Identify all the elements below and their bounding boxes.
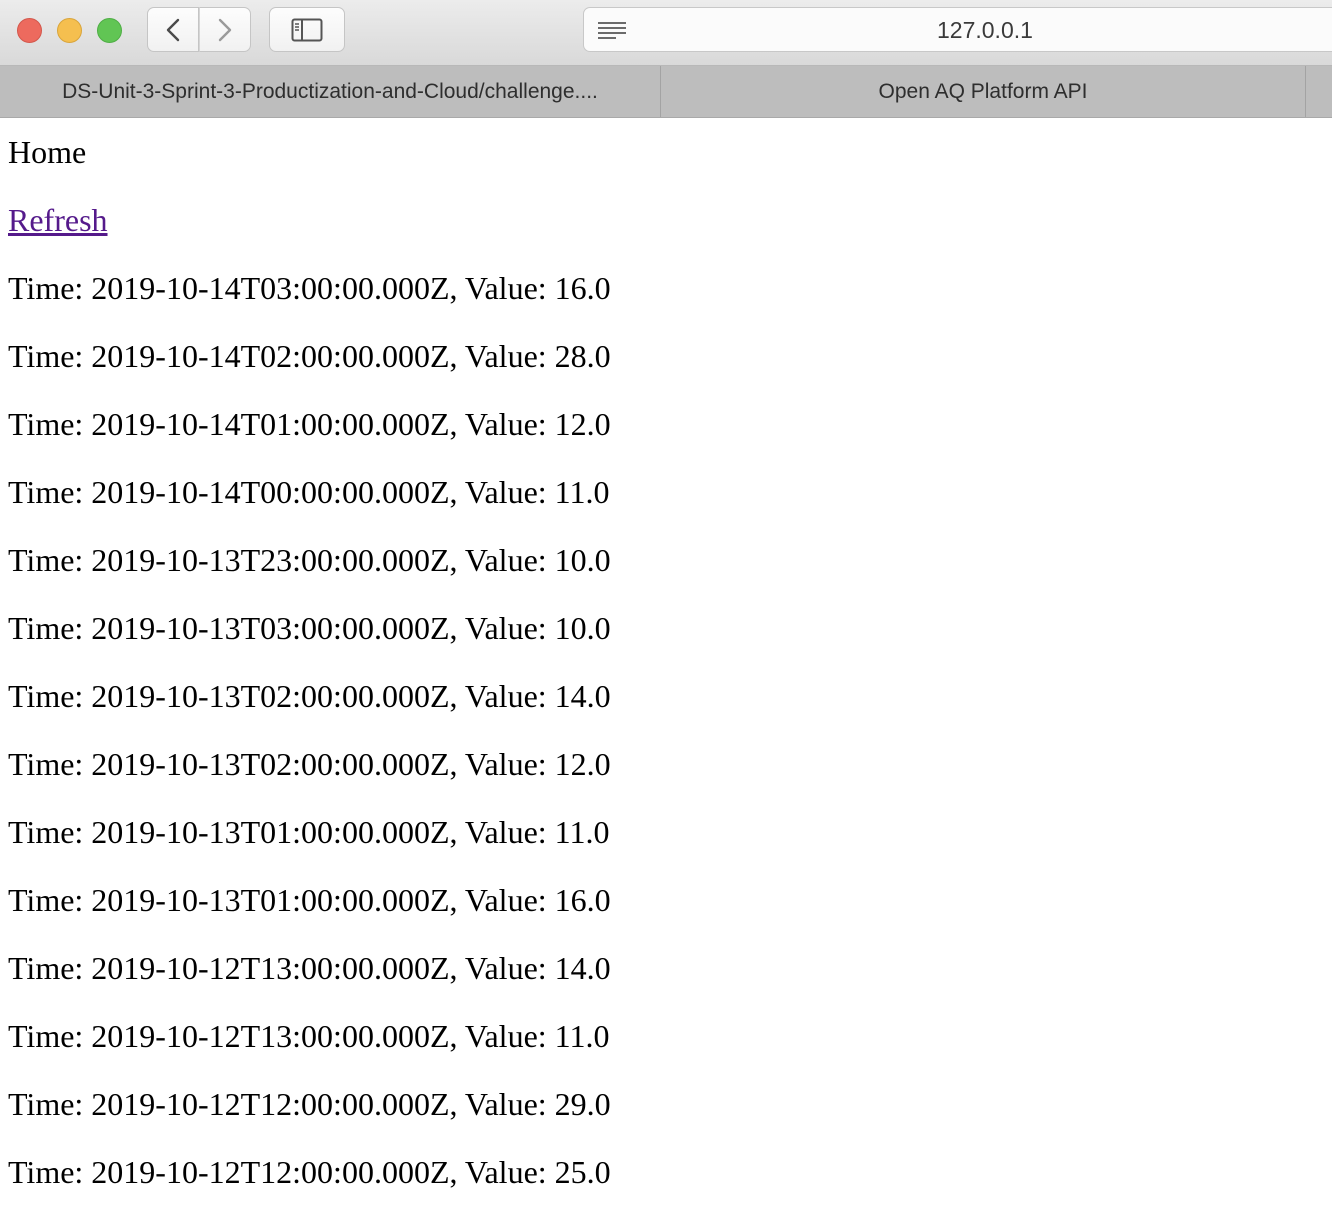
record-row: Time: 2019-10-13T01:00:00.000Z, Value: 1… — [8, 814, 610, 850]
address-text[interactable]: 127.0.0.1 — [937, 17, 1033, 44]
record-row: Time: 2019-10-12T12:00:00.000Z, Value: 2… — [8, 1154, 611, 1190]
reader-view-icon[interactable] — [598, 21, 628, 41]
tab-bar: DS-Unit-3-Sprint-3-Productization-and-Cl… — [0, 66, 1332, 118]
refresh-link[interactable]: Refresh — [8, 202, 108, 238]
record-row: Time: 2019-10-14T00:00:00.000Z, Value: 1… — [8, 474, 610, 510]
record-row: Time: 2019-10-13T02:00:00.000Z, Value: 1… — [8, 746, 611, 782]
back-button[interactable] — [147, 7, 199, 52]
maximize-window-button[interactable] — [97, 18, 122, 43]
record-row: Time: 2019-10-12T12:00:00.000Z, Value: 2… — [8, 1086, 611, 1122]
chevron-left-icon — [166, 18, 180, 41]
record-row: Time: 2019-10-12T13:00:00.000Z, Value: 1… — [8, 1018, 610, 1054]
tab-github-challenge[interactable]: DS-Unit-3-Sprint-3-Productization-and-Cl… — [0, 66, 661, 117]
record-row: Time: 2019-10-12T13:00:00.000Z, Value: 1… — [8, 950, 611, 986]
page-heading: Home — [8, 134, 87, 170]
record-row: Time: 2019-10-13T02:00:00.000Z, Value: 1… — [8, 678, 611, 714]
sidebar-toggle-button[interactable] — [269, 7, 345, 52]
refresh-row: Refresh — [8, 186, 1324, 254]
tab-label: DS-Unit-3-Sprint-3-Productization-and-Cl… — [62, 79, 598, 103]
record-row: Time: 2019-10-14T03:00:00.000Z, Value: 1… — [8, 270, 611, 306]
address-bar[interactable]: 127.0.0.1 — [583, 7, 1332, 52]
forward-button[interactable] — [199, 7, 251, 52]
record-row: Time: 2019-10-14T01:00:00.000Z, Value: 1… — [8, 406, 611, 442]
tab-open-aq-api[interactable]: Open AQ Platform API — [661, 66, 1306, 117]
page-content: Home Refresh Time: 2019-10-14T03:00:00.0… — [8, 118, 1324, 1206]
record-row: Time: 2019-10-13T23:00:00.000Z, Value: 1… — [8, 542, 611, 578]
browser-window: 127.0.0.1 DS-Unit-3-Sprint-3-Productizat… — [0, 0, 1332, 1224]
browser-toolbar: 127.0.0.1 — [0, 0, 1332, 66]
minimize-window-button[interactable] — [57, 18, 82, 43]
record-row: Time: 2019-10-14T02:00:00.000Z, Value: 2… — [8, 338, 611, 374]
record-row: Time: 2019-10-13T01:00:00.000Z, Value: 1… — [8, 882, 611, 918]
record-row: Time: 2019-10-13T03:00:00.000Z, Value: 1… — [8, 610, 611, 646]
tab-label: Open AQ Platform API — [878, 79, 1088, 103]
close-window-button[interactable] — [17, 18, 42, 43]
chevron-right-icon — [218, 18, 232, 41]
sidebar-icon — [291, 18, 323, 41]
